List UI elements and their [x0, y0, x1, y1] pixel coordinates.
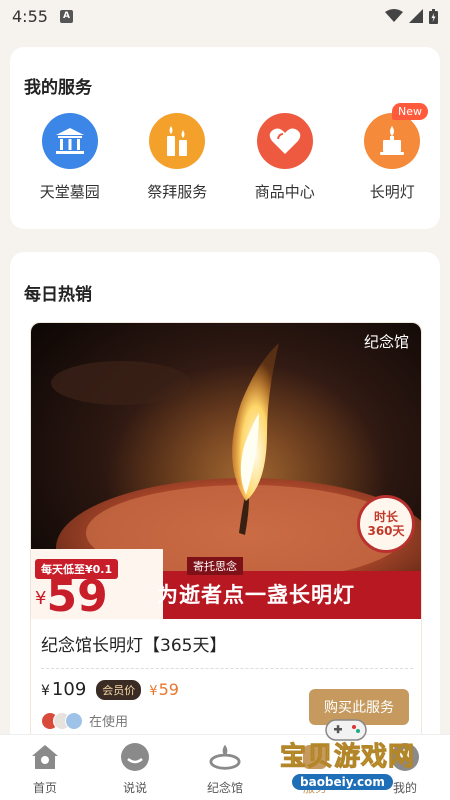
seal-top: 时长: [373, 510, 398, 524]
divider: [41, 668, 413, 669]
home-icon: [29, 741, 61, 773]
notification-a-icon: A: [59, 9, 73, 23]
service-label: 祭拜服务: [147, 183, 208, 201]
memorial-tag: 纪念馆: [363, 333, 409, 351]
seal-bottom: 360天: [367, 524, 405, 538]
in-use-text: 在使用: [89, 715, 129, 730]
site-watermark: 宝贝游戏网 baobeiy.com: [270, 716, 430, 800]
temple-icon: [41, 113, 98, 169]
tab-home[interactable]: 首页: [0, 735, 90, 800]
product-card[interactable]: 纪念馆 时长 360天 每天低至¥0.1 ¥ 59 寄托思念 为逝者点一盏长明灯…: [30, 322, 422, 742]
tab-moments[interactable]: 说说: [90, 735, 180, 800]
hot-sale-card: 每日热销 纪念馆 时长 360天 每天低至¥0.1 ¥ 59 寄托思念 为逝者点…: [10, 252, 440, 752]
status-bar: 4:55 A: [0, 0, 450, 32]
battery-icon: [429, 8, 438, 24]
watermark-text: 宝贝游戏网: [279, 742, 416, 773]
chat-icon: [119, 741, 151, 773]
watermark-domain: baobeiy.com: [292, 774, 393, 790]
promo-slogan: 为逝者点一盏长明灯: [157, 583, 355, 607]
price-row: ¥109 会员价 ¥59: [41, 679, 179, 700]
promo-banner: 每天低至¥0.1 ¥ 59 寄托思念 为逝者点一盏长明灯: [31, 549, 421, 622]
tab-memorial[interactable]: 纪念馆: [180, 735, 270, 800]
promo-subtitle: 寄托思念: [187, 557, 243, 575]
tab-label: 纪念馆: [206, 781, 243, 795]
promo-price-value: 59: [46, 571, 108, 622]
service-products[interactable]: 商品中心: [237, 113, 333, 202]
service-cemetery[interactable]: 天堂墓园: [22, 113, 118, 202]
service-label: 天堂墓园: [39, 183, 100, 201]
status-time: 4:55: [12, 6, 48, 26]
tab-label: 说说: [122, 781, 147, 795]
vip-price: ¥59: [149, 680, 179, 699]
status-icons: [385, 8, 438, 24]
services-title: 我的服务: [24, 78, 92, 98]
promo-currency: ¥: [35, 588, 47, 609]
hot-sale-title: 每日热销: [24, 285, 92, 305]
candles-icon: [149, 113, 206, 169]
regular-price: ¥109: [41, 679, 87, 700]
memorial-icon: [209, 741, 241, 773]
service-label: 商品中心: [254, 183, 315, 201]
avatar: [65, 711, 83, 730]
promo-price: ¥ 59: [31, 571, 163, 622]
lamp-icon: [364, 113, 421, 169]
vip-badge: 会员价: [96, 679, 142, 700]
users-row: 在使用: [41, 711, 128, 730]
product-name: 纪念馆长明灯【365天】: [41, 636, 227, 656]
services-card: 我的服务 天堂墓园 祭拜服务 商品中心 New 长明灯: [10, 47, 440, 229]
service-worship[interactable]: 祭拜服务: [130, 113, 226, 202]
duration-seal: 时长 360天: [357, 495, 415, 553]
service-label: 长明灯: [369, 183, 415, 201]
new-badge: New: [392, 103, 428, 120]
signal-icon: [409, 9, 423, 23]
heart-icon: [256, 113, 313, 169]
tab-label: 首页: [32, 781, 57, 795]
wifi-icon: [385, 9, 403, 22]
services-grid: 天堂墓园 祭拜服务 商品中心 New 长明灯: [10, 103, 441, 202]
service-eternal-lamp[interactable]: New 长明灯: [345, 103, 441, 202]
